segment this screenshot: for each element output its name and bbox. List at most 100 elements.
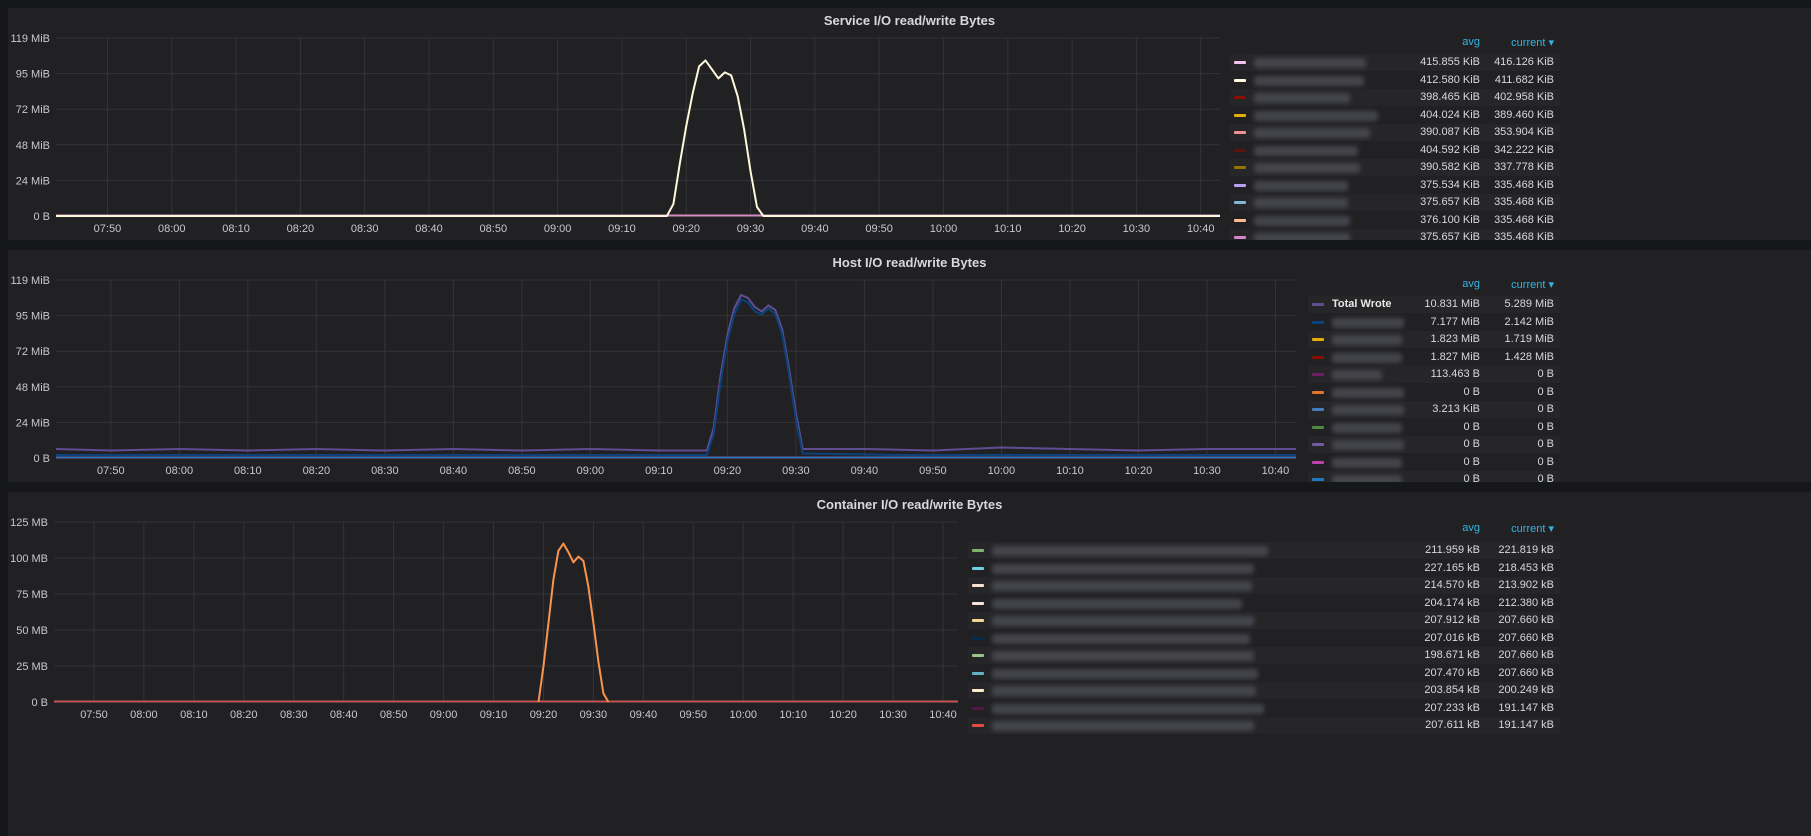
legend-row[interactable]: 0 B 0 B	[1308, 454, 1560, 471]
legend-swatch[interactable]	[972, 584, 984, 587]
legend-series-name-redacted[interactable]	[1332, 475, 1402, 482]
legend-swatch[interactable]	[972, 689, 984, 692]
legend-swatch[interactable]	[1312, 408, 1324, 411]
legend-row[interactable]: 204.174 kB 212.380 kB	[968, 595, 1560, 612]
legend-swatch[interactable]	[1312, 425, 1324, 429]
legend-swatch[interactable]	[1234, 61, 1246, 64]
legend-swatch[interactable]	[1312, 355, 1324, 359]
legend-series-name-redacted[interactable]	[1254, 215, 1350, 226]
legend-series-name-redacted[interactable]	[1254, 180, 1348, 191]
legend-row[interactable]: 415.855 KiB 416.126 KiB	[1230, 54, 1560, 71]
legend-swatch[interactable]	[1234, 218, 1246, 222]
legend-series-name-redacted[interactable]	[992, 721, 1254, 731]
legend-swatch[interactable]	[1234, 148, 1246, 152]
legend-series-name-redacted[interactable]	[992, 581, 1252, 591]
legend-row[interactable]: 203.854 kB 200.249 kB	[968, 682, 1560, 699]
legend-series-name-redacted[interactable]	[1332, 352, 1402, 363]
legend-swatch[interactable]	[1312, 373, 1324, 376]
legend-row[interactable]: 1.823 MiB 1.719 MiB	[1308, 331, 1560, 348]
legend-header-current[interactable]: current ▾	[1484, 278, 1554, 291]
legend-series-name-redacted[interactable]	[992, 616, 1254, 626]
legend-swatch[interactable]	[1312, 390, 1324, 394]
legend-row[interactable]: 227.165 kB 218.453 kB	[968, 560, 1560, 577]
legend-swatch[interactable]	[1312, 478, 1324, 481]
legend-series-name-redacted[interactable]	[992, 686, 1256, 696]
service-io-chart[interactable]: 0 B 24 MiB 48 MiB 72 MiB 95 MiB 119 MiB 07:50 0…	[8, 8, 1230, 240]
legend-swatch[interactable]	[1234, 236, 1246, 239]
legend-row[interactable]: 207.016 kB 207.660 kB	[968, 630, 1560, 647]
legend-header-avg[interactable]: avg	[1420, 278, 1480, 290]
legend-swatch[interactable]	[1312, 460, 1324, 464]
legend-series-name-redacted[interactable]	[1332, 317, 1404, 328]
legend-series-name-redacted[interactable]	[992, 651, 1254, 661]
legend-row[interactable]: 1.827 MiB 1.428 MiB	[1308, 349, 1560, 366]
legend-row[interactable]: 0 B 0 B	[1308, 436, 1560, 453]
legend-row[interactable]: 0 B 0 B	[1308, 419, 1560, 436]
legend-row[interactable]: Total Wrote 10.831 MiB 5.289 MiB	[1308, 296, 1560, 313]
legend-row[interactable]: 0 B 0 B	[1308, 471, 1560, 482]
legend-series-name-redacted[interactable]	[1332, 457, 1402, 468]
legend-header-current[interactable]: current ▾	[1484, 522, 1554, 535]
legend-row[interactable]: 214.570 kB 213.902 kB	[968, 577, 1560, 594]
legend-header-current[interactable]: current ▾	[1484, 36, 1554, 49]
legend-swatch[interactable]	[972, 619, 984, 622]
legend-series-name-redacted[interactable]	[1254, 75, 1364, 86]
legend-swatch[interactable]	[1312, 303, 1324, 306]
legend-swatch[interactable]	[1312, 338, 1324, 341]
legend-series-name[interactable]: Total Wrote	[1332, 296, 1391, 313]
legend-series-name-redacted[interactable]	[992, 703, 1264, 714]
legend-swatch[interactable]	[1234, 113, 1246, 117]
legend-series-name-redacted[interactable]	[992, 598, 1242, 609]
legend-series-name-redacted[interactable]	[1254, 110, 1378, 121]
legend-series-name-redacted[interactable]	[992, 546, 1268, 556]
legend-series-name-redacted[interactable]	[1254, 233, 1350, 240]
legend-series-name-redacted[interactable]	[992, 633, 1250, 644]
legend-series-name-redacted[interactable]	[1254, 93, 1350, 103]
legend-swatch[interactable]	[972, 706, 984, 710]
host-io-chart[interactable]: 0 B 24 MiB 48 MiB 72 MiB 95 MiB 119 MiB 07:50 0…	[8, 250, 1308, 482]
legend-series-name-redacted[interactable]	[1332, 405, 1404, 415]
legend-row[interactable]: 3.213 KiB 0 B	[1308, 401, 1560, 418]
legend-series-name-redacted[interactable]	[1254, 58, 1366, 68]
legend-swatch[interactable]	[1234, 166, 1246, 169]
legend-series-name-redacted[interactable]	[992, 668, 1258, 679]
legend-series-name-redacted[interactable]	[1254, 145, 1358, 156]
legend-row[interactable]: 207.611 kB 191.147 kB	[968, 717, 1560, 734]
legend-swatch[interactable]	[1312, 443, 1324, 446]
legend-series-name-redacted[interactable]	[992, 563, 1254, 574]
legend-swatch[interactable]	[1234, 78, 1246, 82]
legend-row[interactable]: 390.582 KiB 337.778 KiB	[1230, 159, 1560, 176]
legend-series-name-redacted[interactable]	[1332, 440, 1404, 450]
legend-row[interactable]: 0 B 0 B	[1308, 384, 1560, 401]
legend-series-name-redacted[interactable]	[1254, 163, 1360, 173]
legend-header-avg[interactable]: avg	[1420, 36, 1480, 48]
legend-row[interactable]: 375.657 KiB 335.468 KiB	[1230, 229, 1560, 240]
legend-row[interactable]: 375.657 KiB 335.468 KiB	[1230, 194, 1560, 211]
legend-swatch[interactable]	[1312, 320, 1324, 324]
legend-swatch[interactable]	[1234, 131, 1246, 134]
legend-series-name-redacted[interactable]	[1254, 198, 1348, 208]
legend-row[interactable]: 404.592 KiB 342.222 KiB	[1230, 142, 1560, 159]
legend-swatch[interactable]	[972, 671, 984, 675]
legend-row[interactable]: 376.100 KiB 335.468 KiB	[1230, 212, 1560, 229]
legend-row[interactable]: 390.087 KiB 353.904 KiB	[1230, 124, 1560, 141]
legend-row[interactable]: 207.912 kB 207.660 kB	[968, 612, 1560, 629]
legend-swatch[interactable]	[972, 549, 984, 552]
legend-swatch[interactable]	[972, 654, 984, 657]
legend-series-name-redacted[interactable]	[1254, 128, 1370, 138]
legend-swatch[interactable]	[1234, 183, 1246, 187]
legend-series-name-redacted[interactable]	[1332, 422, 1402, 433]
legend-row[interactable]: 375.534 KiB 335.468 KiB	[1230, 177, 1560, 194]
legend-series-name-redacted[interactable]	[1332, 370, 1382, 380]
legend-row[interactable]: 412.580 KiB 411.682 KiB	[1230, 72, 1560, 89]
legend-swatch[interactable]	[972, 566, 984, 570]
legend-row[interactable]: 211.959 kB 221.819 kB	[968, 542, 1560, 559]
legend-row[interactable]: 7.177 MiB 2.142 MiB	[1308, 314, 1560, 331]
legend-header-avg[interactable]: avg	[1420, 522, 1480, 534]
legend-row[interactable]: 404.024 KiB 389.460 KiB	[1230, 107, 1560, 124]
legend-row[interactable]: 113.463 B 0 B	[1308, 366, 1560, 383]
container-io-chart[interactable]: 0 B 25 MB 50 MB 75 MB 100 MB 125 MB 07:50 08:00…	[8, 492, 968, 836]
legend-swatch[interactable]	[972, 601, 984, 605]
legend-row[interactable]: 207.470 kB 207.660 kB	[968, 665, 1560, 682]
legend-swatch[interactable]	[972, 636, 984, 640]
